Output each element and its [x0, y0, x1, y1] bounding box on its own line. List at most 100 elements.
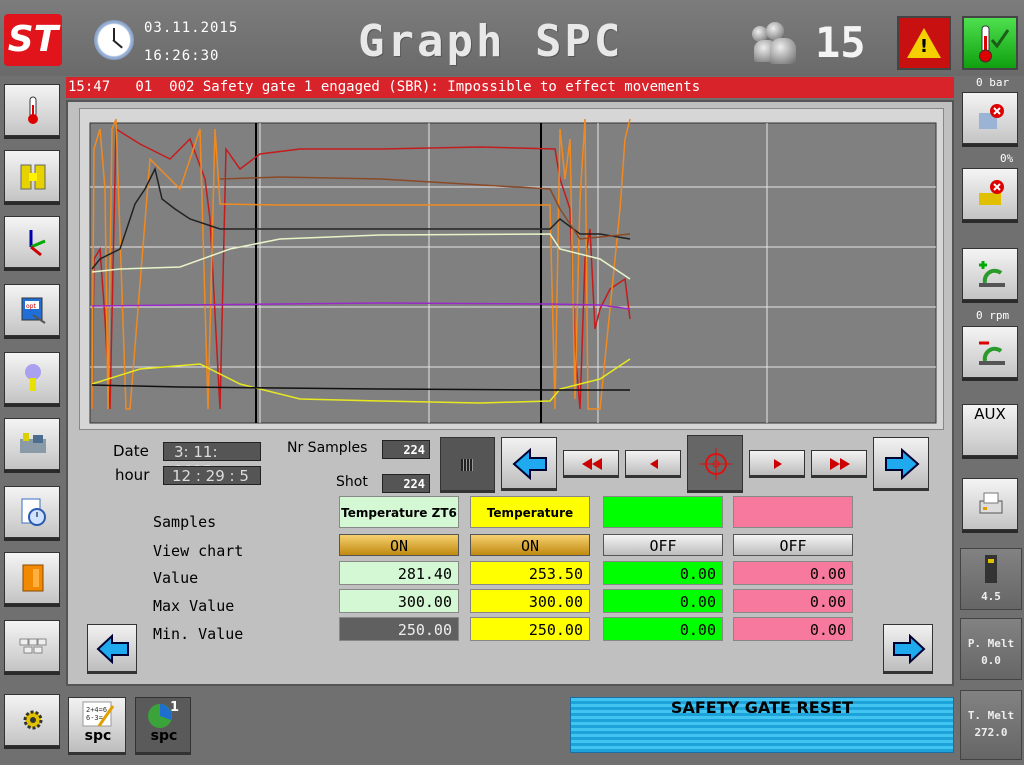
pressure-readout: 0 bar — [976, 76, 1010, 89]
sample-zt6-button[interactable]: Temperature ZT6 — [339, 496, 459, 528]
spc-notepad-icon: 2+4=66-3= — [82, 701, 115, 727]
sample-4-button[interactable] — [733, 496, 853, 528]
view-chart-3-toggle[interactable]: OFF — [603, 534, 723, 556]
p-melt-value: 0.0 — [981, 654, 1001, 667]
arrow-left-icon — [96, 633, 129, 665]
grid-icon — [461, 459, 473, 471]
page-prev-button[interactable] — [87, 624, 137, 672]
arrow-left-icon — [512, 447, 547, 481]
screw-minus-button[interactable] — [962, 326, 1018, 378]
nr-samples-label: Nr Samples — [287, 440, 368, 456]
step-back-icon — [650, 459, 658, 469]
target-button[interactable] — [687, 435, 743, 491]
step-forward-button[interactable] — [749, 450, 805, 476]
zoom-grid-button[interactable] — [440, 437, 495, 491]
max-value-4[interactable]: 0.00 — [733, 589, 853, 613]
row-label-min-value: Min. Value — [153, 625, 244, 643]
aux-button[interactable]: AUX — [962, 404, 1018, 456]
sample-zmf-button[interactable]: Temperature ZMF — [470, 496, 590, 552]
max-value-3[interactable]: 0.00 — [603, 589, 723, 613]
shot-field[interactable]: 224 — [382, 474, 430, 493]
row-label-samples: Samples — [153, 513, 217, 531]
fast-rewind-icon — [582, 458, 602, 470]
date-label: Date — [113, 442, 149, 460]
min-value-zt6[interactable]: 250.00 — [339, 617, 459, 641]
sidebar-report-button[interactable] — [4, 486, 60, 538]
users-icon — [752, 22, 796, 64]
spc-chart — [79, 108, 944, 430]
sample-3-button[interactable] — [603, 496, 723, 528]
spc-label: spc — [84, 728, 112, 744]
screw-plus-icon — [979, 261, 1005, 287]
svg-text:6-3=: 6-3= — [86, 714, 103, 722]
sidebar-settings-button[interactable] — [4, 694, 60, 746]
spc-settings-button[interactable]: 2+4=6 6-3= spc — [68, 697, 126, 753]
motor-cancel-button[interactable] — [962, 168, 1018, 220]
temperature-ok-button[interactable] — [962, 16, 1018, 70]
warning-button[interactable]: ! — [897, 16, 951, 70]
p-melt-label: P. Melt — [967, 637, 1015, 650]
scroll-left-button[interactable] — [501, 437, 557, 489]
fast-forward-icon — [830, 458, 850, 470]
fast-rewind-button[interactable] — [563, 450, 619, 476]
rpm-readout: 0 rpm — [976, 309, 1010, 322]
view-chart-zmf-toggle[interactable]: ON — [470, 534, 590, 556]
print-button[interactable] — [962, 478, 1018, 530]
sidebar-keyboard-button[interactable] — [4, 620, 60, 672]
fast-forward-button[interactable] — [811, 450, 867, 476]
hour-field[interactable]: 12 : 29 : 5 — [163, 466, 261, 485]
screw-position-panel: 4.5 — [960, 548, 1022, 610]
settings-gear-icon — [23, 710, 43, 730]
min-value-4[interactable]: 0.00 — [733, 617, 853, 641]
crosshair-icon — [700, 448, 732, 480]
step-back-button[interactable] — [625, 450, 681, 476]
nozzle-icon — [25, 364, 41, 391]
options-icon: opt — [21, 297, 46, 324]
sidebar-temperature-button[interactable] — [4, 84, 60, 136]
max-value-zmf[interactable]: 300.00 — [470, 589, 590, 613]
view-chart-zt6-toggle[interactable]: ON — [339, 534, 459, 556]
sidebar-door-button[interactable] — [4, 552, 60, 604]
motor-cancel-icon — [979, 180, 1004, 205]
arrow-right-icon — [893, 633, 926, 665]
min-value-3[interactable]: 0.00 — [603, 617, 723, 641]
safety-gate-reset-button[interactable]: SAFETY GATE RESET — [570, 697, 954, 753]
t-melt-value: 272.0 — [974, 726, 1008, 739]
scroll-right-button[interactable] — [873, 437, 929, 489]
spc-chart-svg — [89, 118, 937, 424]
pressure-cancel-button[interactable] — [962, 92, 1018, 144]
max-value-zt6[interactable]: 300.00 — [339, 589, 459, 613]
sidebar-nozzle-button[interactable] — [4, 352, 60, 404]
view-chart-4-toggle[interactable]: OFF — [733, 534, 853, 556]
screw-icon — [985, 555, 997, 583]
machine-icon — [20, 433, 46, 453]
thermometer-check-icon — [979, 25, 1010, 63]
t-melt-label: T. Melt — [967, 709, 1015, 722]
alarm-message: 15:47 01 002 Safety gate 1 engaged (SBR)… — [66, 77, 954, 98]
min-value-zmf[interactable]: 250.00 — [470, 617, 590, 641]
door-icon — [22, 564, 44, 592]
clock-icon — [94, 20, 134, 60]
screw-plus-button[interactable] — [962, 248, 1018, 300]
p-melt-panel: P. Melt 0.0 — [960, 618, 1022, 680]
nr-samples-field[interactable]: 224 — [382, 440, 430, 459]
svg-text:opt: opt — [26, 303, 36, 310]
hour-label: hour — [115, 466, 150, 484]
value-4: 0.00 — [733, 561, 853, 585]
page-next-button[interactable] — [883, 624, 933, 672]
thermometer-icon — [28, 96, 38, 124]
brand-logo: ST — [4, 14, 62, 66]
shot-label: Shot — [336, 474, 368, 490]
spc-graph-tab[interactable]: 1 spc — [135, 697, 191, 753]
sidebar-options-button[interactable]: opt — [4, 284, 60, 336]
screw-value: 4.5 — [981, 590, 1001, 603]
page-title: Graph SPC — [358, 16, 624, 67]
spc-badge: 1 — [170, 700, 180, 715]
row-label-view-chart: View chart — [153, 542, 244, 560]
value-zt6: 281.40 — [339, 561, 459, 585]
sidebar-machine-button[interactable] — [4, 418, 60, 470]
sidebar-mold-button[interactable] — [4, 150, 60, 202]
document-clock-icon — [21, 498, 46, 526]
date-field[interactable]: 3: 11: 2015 — [163, 442, 261, 480]
sidebar-axes-button[interactable] — [4, 216, 60, 268]
